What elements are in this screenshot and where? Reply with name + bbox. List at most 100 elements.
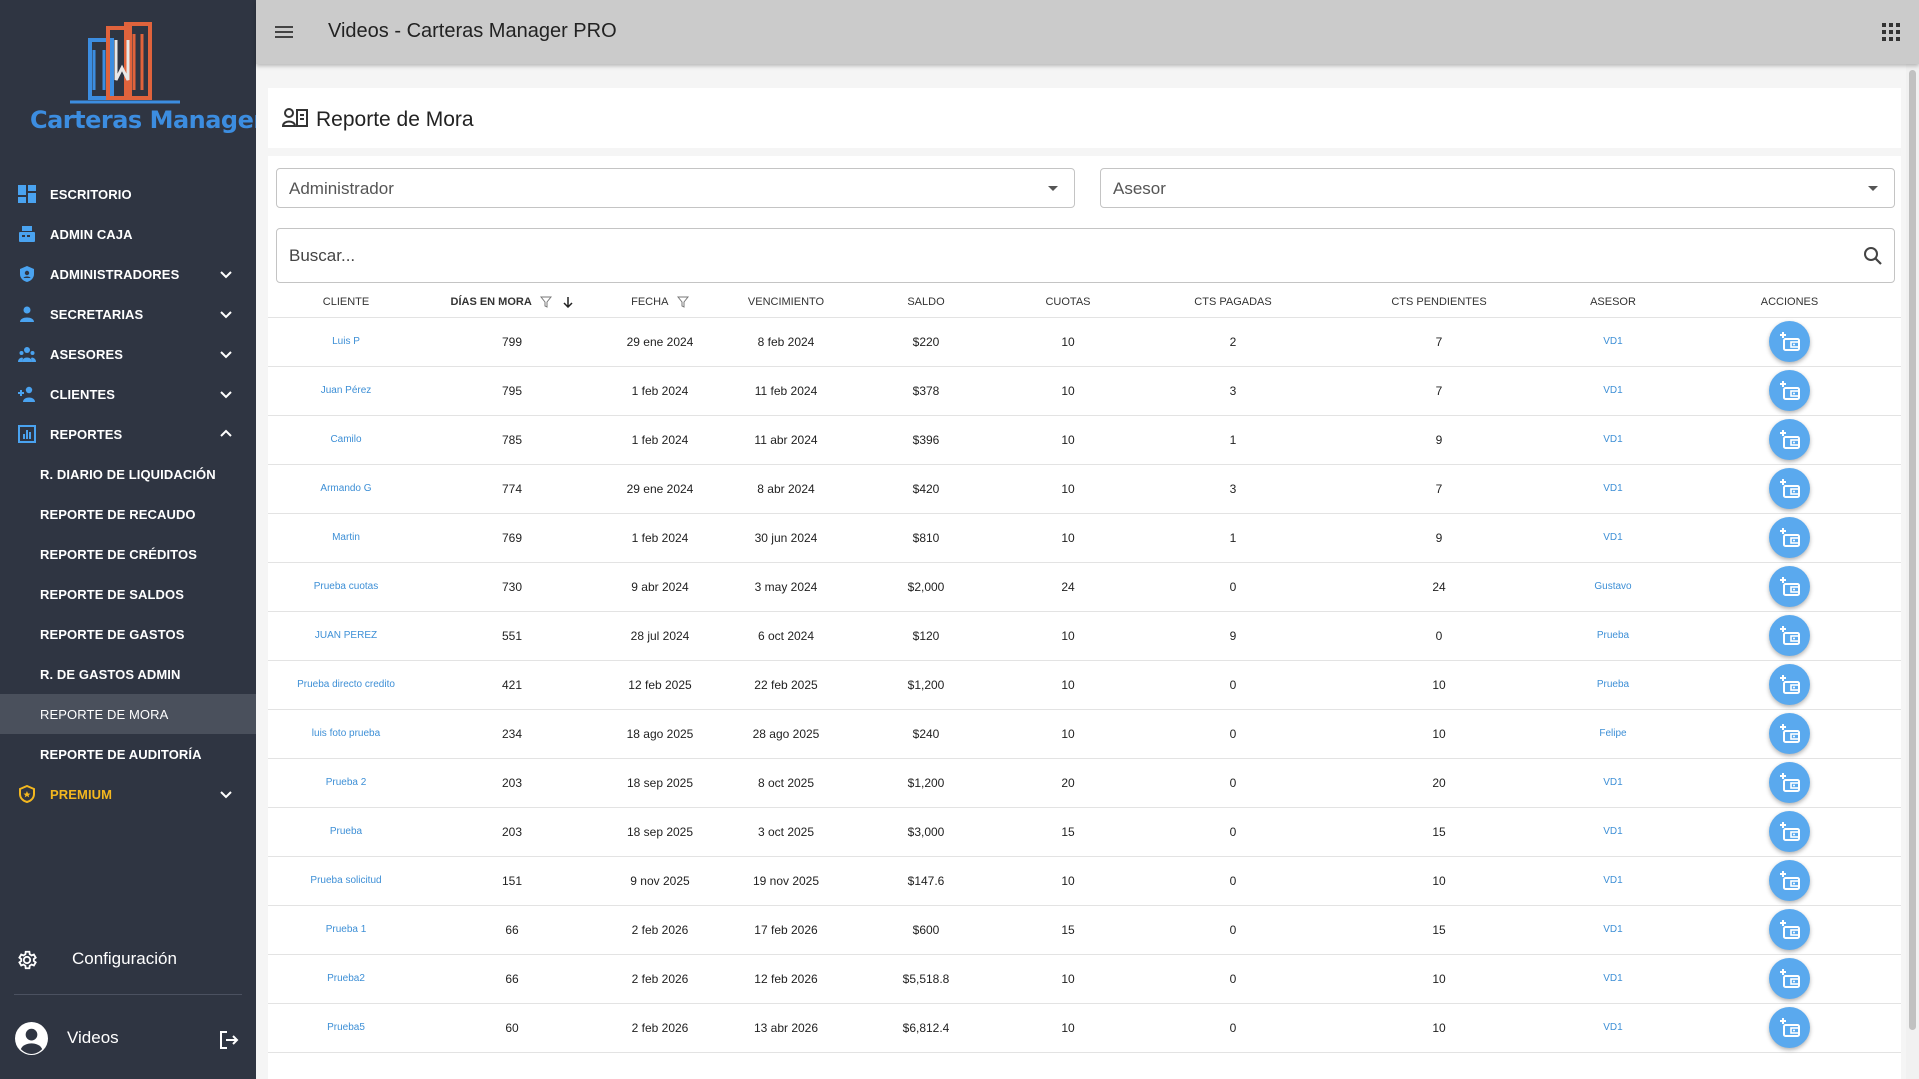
asesor-link[interactable]: VD1: [1548, 758, 1678, 808]
asesor-link[interactable]: Felipe: [1548, 709, 1678, 759]
user-profile[interactable]: Videos: [0, 1016, 256, 1060]
column-header-asesor[interactable]: ASESOR: [1548, 287, 1678, 318]
configuracion-link[interactable]: Configuración: [0, 939, 256, 979]
cliente-link[interactable]: JUAN PEREZ: [268, 611, 424, 661]
scrollbar-thumb[interactable]: [1909, 70, 1916, 1030]
cliente-link[interactable]: Juan Pérez: [268, 366, 424, 416]
asesor-link[interactable]: VD1: [1548, 317, 1678, 367]
sidebar-item-premium[interactable]: PREMIUM: [0, 774, 256, 814]
asesor-link[interactable]: VD1: [1548, 954, 1678, 1004]
sidebar-subitem-recaudo[interactable]: REPORTE DE RECAUDO: [0, 494, 256, 534]
add-payment-button[interactable]: [1769, 811, 1810, 852]
cliente-link[interactable]: Prueba cuotas: [268, 562, 424, 612]
column-header-saldo[interactable]: SALDO: [852, 287, 1000, 318]
cliente-link[interactable]: Prueba2: [268, 954, 424, 1004]
add-payment-button[interactable]: [1769, 566, 1810, 607]
sidebar-item-admin-caja[interactable]: ADMIN CAJA: [0, 214, 256, 254]
cliente-link[interactable]: Prueba5: [268, 1003, 424, 1053]
add-payment-button[interactable]: [1769, 517, 1810, 558]
asesor-select[interactable]: Asesor: [1100, 168, 1895, 208]
apps-grid-icon[interactable]: [1879, 20, 1903, 44]
sort-descending-icon[interactable]: [562, 296, 574, 308]
cliente-link[interactable]: Prueba directo credito: [268, 660, 424, 710]
add-payment-button[interactable]: [1769, 370, 1810, 411]
sidebar-item-escritorio[interactable]: ESCRITORIO: [0, 174, 256, 214]
column-header-dias-en-mora[interactable]: DÍAS EN MORA: [424, 287, 600, 318]
table-row: Prueba5 60 2 feb 2026 13 abr 2026 $6,812.4 10…: [268, 1003, 1901, 1053]
logout-icon[interactable]: [218, 1029, 240, 1051]
asesor-link[interactable]: VD1: [1548, 856, 1678, 906]
add-payment-button[interactable]: [1769, 321, 1810, 362]
filter-icon[interactable]: [676, 296, 689, 308]
sidebar-item-asesores[interactable]: ASESORES: [0, 334, 256, 374]
sidebar-subitem-auditoria[interactable]: REPORTE DE AUDITORÍA: [0, 734, 256, 774]
column-header-vencimiento[interactable]: VENCIMIENTO: [720, 287, 852, 318]
add-payment-button[interactable]: [1769, 713, 1810, 754]
cliente-link[interactable]: Martin: [268, 513, 424, 563]
cliente-link[interactable]: Armando G: [268, 464, 424, 514]
sidebar-item-secretarias[interactable]: SECRETARIAS: [0, 294, 256, 334]
add-payment-button[interactable]: [1769, 909, 1810, 950]
person-icon: [18, 305, 36, 323]
sidebar-subitem-diario-liquidacion[interactable]: R. DIARIO DE LIQUIDACIÓN: [0, 454, 256, 494]
table-cell: 28 ago 2025: [720, 709, 852, 759]
table-cell: 2 feb 2026: [600, 905, 720, 955]
search-icon[interactable]: [1862, 245, 1884, 267]
asesor-link[interactable]: VD1: [1548, 905, 1678, 955]
sidebar-subitem-gastos[interactable]: REPORTE DE GASTOS: [0, 614, 256, 654]
column-header-cts-pendientes[interactable]: CTS PENDIENTES: [1330, 287, 1548, 318]
sidebar-item-label: ESCRITORIO: [50, 186, 132, 202]
brand-logo: Carteras Manager+: [30, 20, 285, 150]
sidebar-subitem-creditos[interactable]: REPORTE DE CRÉDITOS: [0, 534, 256, 574]
asesor-link[interactable]: VD1: [1548, 415, 1678, 465]
administrador-select[interactable]: Administrador: [276, 168, 1075, 208]
hamburger-menu-icon[interactable]: [272, 20, 296, 44]
sidebar-subitem-saldos[interactable]: REPORTE DE SALDOS: [0, 574, 256, 614]
cliente-link[interactable]: Prueba 2: [268, 758, 424, 808]
column-header-cliente[interactable]: CLIENTE: [268, 287, 424, 318]
sidebar-item-clientes[interactable]: CLIENTES: [0, 374, 256, 414]
column-header-fecha[interactable]: FECHA: [600, 287, 720, 318]
table-cell: 769: [424, 513, 600, 563]
sidebar-subitem-gastos-admin[interactable]: R. DE GASTOS ADMIN: [0, 654, 256, 694]
cliente-link[interactable]: luis foto prueba: [268, 709, 424, 759]
cliente-link[interactable]: Prueba solicitud: [268, 856, 424, 906]
cliente-link[interactable]: Prueba: [268, 807, 424, 857]
sidebar-item-administradores[interactable]: ADMINISTRADORES: [0, 254, 256, 294]
sidebar-item-reportes[interactable]: REPORTES: [0, 414, 256, 454]
table-cell: $3,000: [852, 807, 1000, 857]
add-payment-button[interactable]: [1769, 419, 1810, 460]
asesor-link[interactable]: Prueba: [1548, 660, 1678, 710]
add-payment-button[interactable]: [1769, 958, 1810, 999]
table-cell: 0: [1136, 1003, 1330, 1053]
add-payment-button[interactable]: [1769, 1007, 1810, 1048]
cliente-link[interactable]: Camilo: [268, 415, 424, 465]
add-payment-button[interactable]: [1769, 615, 1810, 656]
asesor-link[interactable]: VD1: [1548, 1003, 1678, 1053]
add-payment-button[interactable]: [1769, 860, 1810, 901]
asesor-link[interactable]: VD1: [1548, 513, 1678, 563]
column-header-cuotas[interactable]: CUOTAS: [1000, 287, 1136, 318]
asesor-link[interactable]: VD1: [1548, 464, 1678, 514]
asesor-link[interactable]: VD1: [1548, 366, 1678, 416]
add-payment-button[interactable]: [1769, 664, 1810, 705]
sidebar-subitem-mora[interactable]: REPORTE DE MORA: [0, 694, 256, 734]
asesor-link[interactable]: VD1: [1548, 807, 1678, 857]
table-cell: 0: [1136, 709, 1330, 759]
table-cell: 24: [1000, 562, 1136, 612]
table-cell: 15: [1000, 905, 1136, 955]
filter-icon[interactable]: [540, 296, 553, 308]
cliente-link[interactable]: Prueba 1: [268, 905, 424, 955]
asesor-link[interactable]: Prueba: [1548, 611, 1678, 661]
add-payment-button[interactable]: [1769, 468, 1810, 509]
table-cell: 18 sep 2025: [600, 758, 720, 808]
asesor-link[interactable]: Gustavo: [1548, 562, 1678, 612]
table-cell: 10: [1330, 856, 1548, 906]
search-input[interactable]: Buscar...: [276, 228, 1895, 283]
table-cell: 12 feb 2026: [720, 954, 852, 1004]
column-header-cts-pagadas[interactable]: CTS PAGADAS: [1136, 287, 1330, 318]
cliente-link[interactable]: Luis P: [268, 317, 424, 367]
page-scrollbar[interactable]: [1906, 64, 1919, 1079]
add-payment-button[interactable]: [1769, 762, 1810, 803]
shield-user-icon: [18, 265, 36, 283]
